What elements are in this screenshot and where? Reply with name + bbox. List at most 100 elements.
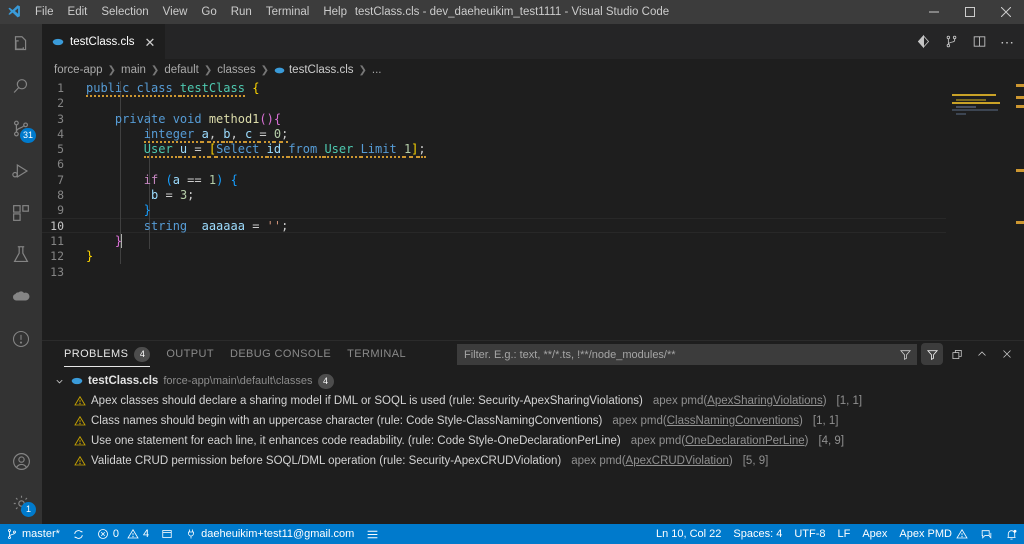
split-editor-icon[interactable] [966, 29, 992, 55]
title-bar: File Edit Selection View Go Run Terminal… [0, 0, 1024, 24]
line-number: 5 [57, 142, 64, 157]
menu-help[interactable]: Help [316, 0, 354, 24]
collapse-all-icon[interactable] [946, 343, 968, 365]
problem-source-suffix: ) [822, 395, 827, 407]
problem-rule-link[interactable]: OneDeclarationPerLine [685, 435, 805, 447]
chevron-down-icon[interactable] [52, 376, 66, 387]
menu-selection[interactable]: Selection [94, 0, 155, 24]
sidebar-item-extensions[interactable] [0, 192, 42, 234]
breadcrumb-symbol[interactable]: ... [372, 64, 382, 76]
status-cursor-position[interactable]: Ln 10, Col 22 [650, 524, 727, 544]
status-branch-label: master* [22, 528, 60, 540]
problem-row[interactable]: Use one statement for each line, it enha… [42, 431, 1024, 451]
apex-class-icon [52, 36, 64, 48]
problem-message: Apex classes should declare a sharing mo… [91, 395, 643, 407]
feedback-icon [980, 528, 993, 541]
menu-terminal[interactable]: Terminal [259, 0, 316, 24]
minimap[interactable] [946, 81, 1010, 340]
close-icon[interactable]: ✕ [145, 36, 156, 49]
breadcrumb-force-app[interactable]: force-app [54, 64, 103, 76]
code-line: 12 } [42, 249, 982, 264]
filter-problems-icon[interactable] [921, 343, 943, 365]
close-panel-icon[interactable] [996, 343, 1018, 365]
problem-rule-link[interactable]: ClassNamingConventions [667, 415, 799, 427]
status-menu[interactable] [360, 524, 385, 544]
status-encoding[interactable]: UTF-8 [788, 524, 831, 544]
sidebar-item-salesforce-org[interactable] [0, 276, 42, 318]
line-text: integer a, b, c = 0; [143, 126, 289, 143]
maximize-button[interactable] [952, 0, 988, 24]
accounts-icon[interactable] [0, 440, 42, 482]
status-apex-pmd[interactable]: Apex PMD [893, 524, 974, 544]
code-line: 4 integer a, b, c = 0; [42, 126, 982, 143]
sfdx-deploy-icon[interactable] [910, 29, 936, 55]
code-line: 3 private void method1(){ [42, 112, 982, 127]
status-eol[interactable]: LF [832, 524, 857, 544]
status-problems[interactable]: 0 4 [91, 524, 155, 544]
close-button[interactable] [988, 0, 1024, 24]
code-editor[interactable]: 1 public class testClass { 2 3 private v… [42, 81, 1024, 340]
filter-input[interactable]: Filter. E.g.: text, **/*.ts, !**/node_mo… [457, 344, 917, 365]
maximize-panel-icon[interactable] [971, 343, 993, 365]
menu-run[interactable]: Run [224, 0, 259, 24]
problems-file-group[interactable]: testClass.cls force-app\main\default\cla… [42, 371, 1024, 391]
breadcrumb-default[interactable]: default [164, 64, 199, 76]
code-line: 2 [42, 96, 982, 111]
sidebar-item-run-and-debug[interactable] [0, 150, 42, 192]
line-number: 12 [50, 249, 64, 264]
problem-source: apex pmd(ClassNamingConventions) [612, 415, 803, 427]
source-control-badge: 31 [19, 128, 36, 143]
list-icon [366, 529, 379, 540]
sidebar-item-info[interactable] [0, 318, 42, 360]
breadcrumb-main[interactable]: main [121, 64, 146, 76]
minimize-button[interactable] [916, 0, 952, 24]
status-sync[interactable] [66, 524, 91, 544]
text-cursor [121, 233, 123, 248]
problem-rule-link[interactable]: ApexSharingViolations [707, 395, 823, 407]
menu-go[interactable]: Go [194, 0, 223, 24]
sidebar-item-search[interactable] [0, 66, 42, 108]
warning-icon [74, 395, 86, 407]
warning-icon [74, 455, 86, 467]
breadcrumb-testclass-cls[interactable]: testClass.cls [274, 64, 354, 76]
status-notifications[interactable] [999, 524, 1024, 544]
line-number: 9 [57, 203, 64, 218]
menu-file[interactable]: File [28, 0, 61, 24]
breadcrumb-classes[interactable]: classes [217, 64, 255, 76]
problem-source-prefix: apex pmd( [612, 415, 667, 427]
status-branch[interactable]: master* [0, 524, 66, 544]
status-indentation[interactable]: Spaces: 4 [727, 524, 788, 544]
problem-location: [4, 9] [818, 435, 845, 447]
funnel-icon[interactable] [899, 348, 912, 361]
code-line: 8 b = 3; [42, 188, 982, 203]
split-direction-icon[interactable] [938, 29, 964, 55]
tab-problems[interactable]: PROBLEMS 4 [56, 341, 158, 367]
tab-terminal[interactable]: TERMINAL [339, 341, 414, 367]
editor-scrollbar[interactable] [1010, 81, 1024, 340]
problem-row[interactable]: Apex classes should declare a sharing mo… [42, 391, 1024, 411]
tab-testclass-cls[interactable]: testClass.cls ✕ [42, 24, 166, 59]
sidebar-item-source-control[interactable]: 31 [0, 108, 42, 150]
code-line: 9 } [42, 203, 982, 218]
problem-rule-link[interactable]: ApexCRUDViolation [626, 455, 729, 467]
sidebar-item-testing[interactable] [0, 234, 42, 276]
line-number: 8 [57, 188, 64, 203]
problem-row[interactable]: Class names should begin with an upperca… [42, 411, 1024, 431]
vscode-window: File Edit Selection View Go Run Terminal… [0, 0, 1024, 544]
status-org-label: daeheuikim+test11@gmail.com [201, 528, 355, 540]
sidebar-item-explorer[interactable] [0, 24, 42, 66]
problem-source-prefix: apex pmd( [652, 395, 708, 407]
overview-warning-mark [1016, 96, 1024, 99]
status-ports[interactable] [155, 524, 179, 544]
editor-tab-bar: testClass.cls ✕ ⋯ [42, 24, 1024, 59]
gear-icon[interactable]: 1 [0, 482, 42, 524]
more-actions-icon[interactable]: ⋯ [994, 29, 1020, 55]
status-feedback[interactable] [974, 524, 999, 544]
status-org[interactable]: daeheuikim+test11@gmail.com [179, 524, 360, 544]
status-language-mode[interactable]: Apex [856, 524, 893, 544]
menu-view[interactable]: View [156, 0, 195, 24]
problem-row[interactable]: Validate CRUD permission before SOQL/DML… [42, 451, 1024, 471]
menu-edit[interactable]: Edit [61, 0, 95, 24]
tab-debug-console[interactable]: DEBUG CONSOLE [222, 341, 339, 367]
tab-output[interactable]: OUTPUT [158, 341, 222, 367]
